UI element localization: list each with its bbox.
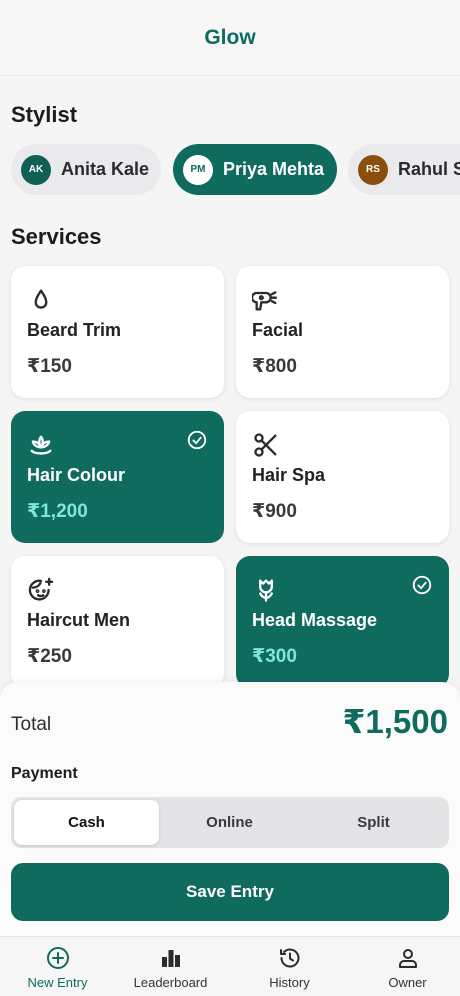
plus-circle-icon [46,947,69,969]
services-section-title: Services [11,224,102,249]
total-label: Total [11,714,52,735]
tab-label: New Entry [27,975,88,990]
tab-new-entry[interactable]: New Entry [0,937,115,996]
service-price: ₹150 [27,356,72,377]
user-icon [398,949,417,968]
tab-leaderboard[interactable]: Leaderboard [113,937,228,996]
service-card-facial[interactable]: Facial ₹800 [236,266,449,398]
payment-option-split[interactable]: Split [301,800,446,845]
service-price: ₹900 [252,501,297,522]
history-icon [279,948,299,968]
tab-label: Owner [388,975,427,990]
stylist-name: Anita Kale [61,159,150,179]
tab-label: History [269,975,310,990]
service-card-hair-colour[interactable]: Hair Colour ₹1,200 [11,411,224,543]
payment-label: Payment [11,765,78,782]
service-name: Facial [252,320,304,340]
check-circle-icon [187,430,207,450]
stylist-name: Priya Mehta [223,159,325,179]
tab-owner[interactable]: Owner [350,937,460,996]
stylist-chip-priya[interactable]: PM Priya Mehta [173,144,337,195]
stylist-chip-anita[interactable]: AK Anita Kale [11,144,161,195]
avatar: AK [21,154,51,185]
total-value: ₹1,500 [342,703,448,740]
app-header: Glow [0,0,460,76]
service-name: Hair Spa [252,465,326,485]
stylist-section-title: Stylist [11,102,78,127]
payment-method-selector: Cash Online Split [11,797,449,848]
bar-chart-icon [161,950,180,967]
service-card-haircut-men[interactable]: Haircut Men ₹250 [11,556,224,688]
service-card-head-massage[interactable]: Head Massage ₹300 [236,556,449,688]
bottom-tab-bar: New Entry Leaderboard History Owner [0,936,460,996]
service-name: Beard Trim [27,320,122,340]
service-price: ₹1,200 [27,501,88,522]
service-name: Haircut Men [27,610,131,630]
service-name: Hair Colour [27,465,126,485]
stylist-selector: AK Anita Kale PM Priya Mehta RS Rahul S [0,144,460,196]
avatar: PM [183,154,213,185]
tab-history[interactable]: History [232,937,347,996]
face-sparkle-icon [28,577,54,601]
stylist-chip-rahul[interactable]: RS Rahul S [348,144,460,195]
service-price: ₹250 [27,646,72,667]
payment-option-cash[interactable]: Cash [14,800,159,845]
service-price: ₹300 [252,646,297,667]
payment-option-online[interactable]: Online [157,800,302,845]
scissors-icon [254,433,277,457]
droplet-icon [34,289,48,309]
service-price: ₹800 [252,356,297,377]
service-card-hair-spa[interactable]: Hair Spa ₹900 [236,411,449,543]
save-entry-button[interactable]: Save Entry [11,863,449,921]
avatar: RS [358,154,388,185]
tulip-icon [259,579,273,602]
stylist-name: Rahul S [398,159,460,179]
app-title: Glow [204,25,256,49]
hair-dryer-icon [252,291,278,311]
tab-label: Leaderboard [133,975,208,990]
summary-panel: Total ₹1,500 Payment Cash Online Split S… [0,682,460,936]
service-card-beard-trim[interactable]: Beard Trim ₹150 [11,266,224,398]
lotus-icon [30,435,52,455]
check-circle-icon [412,575,432,595]
service-name: Head Massage [252,610,378,630]
